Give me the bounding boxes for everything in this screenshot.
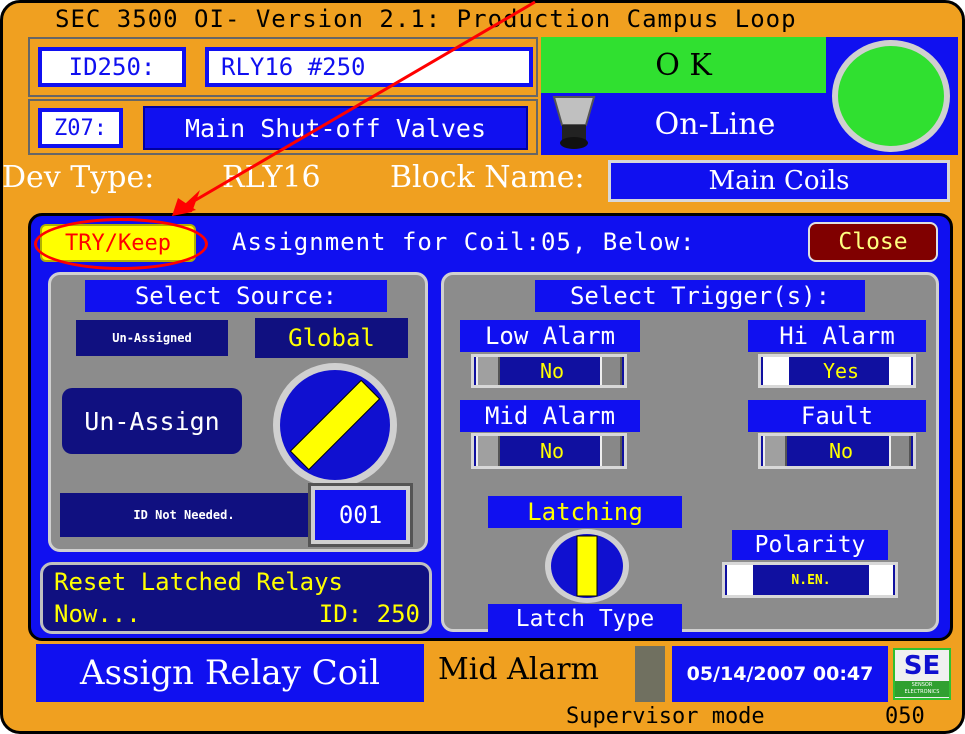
reset-id: ID: 250	[318, 600, 420, 628]
indicator-light-icon	[552, 95, 596, 151]
close-button[interactable]: Close	[808, 222, 938, 262]
polarity-toggle[interactable]: N.EN.	[722, 562, 898, 598]
zone-label: Z07:	[38, 108, 123, 148]
low-alarm-value: No	[539, 359, 565, 383]
fault-label: Fault	[748, 400, 926, 432]
latch-type-label: Latch Type	[488, 604, 682, 634]
latch-type-knob[interactable]	[544, 528, 630, 604]
mode-text: Supervisor mode	[566, 704, 765, 729]
fault-value: No	[828, 439, 854, 463]
screen-code: 050	[885, 704, 925, 729]
status-online: On-Line	[654, 106, 776, 142]
source-title: Select Source:	[85, 280, 387, 312]
id-number-field[interactable]: 001	[308, 483, 413, 547]
reset-now: Now...	[54, 600, 141, 628]
polarity-value: N.EN.	[791, 572, 831, 588]
source-selector-knob[interactable]	[270, 360, 400, 490]
logo-subtext: SENSOR ELECTRONICS	[895, 681, 949, 697]
status-ok: O K	[541, 37, 826, 93]
low-alarm-toggle[interactable]: No	[471, 354, 627, 388]
trigger-title: Select Trigger(s):	[535, 280, 865, 312]
hi-alarm-value: Yes	[822, 359, 860, 383]
status-lamp-green	[832, 40, 950, 152]
mid-alarm-value: No	[539, 439, 565, 463]
unassign-button[interactable]: Un-Assign	[62, 388, 242, 454]
logo-text: SE	[903, 651, 941, 681]
hi-alarm-toggle[interactable]: Yes	[758, 354, 916, 388]
annotation-arrow-icon	[160, 0, 540, 230]
assignment-title: Assignment for Coil:05, Below:	[232, 228, 696, 256]
datetime: 05/14/2007 00:47	[672, 646, 888, 702]
mid-alarm-toggle[interactable]: No	[471, 433, 627, 469]
sensor-electronics-logo: SE SENSOR ELECTRONICS	[893, 648, 951, 700]
hi-alarm-label: Hi Alarm	[748, 320, 926, 352]
unassigned-label: Un-Assigned	[76, 320, 228, 356]
latching-label: Latching	[488, 496, 682, 528]
mid-alarm-label: Mid Alarm	[460, 400, 640, 432]
low-alarm-label: Low Alarm	[460, 320, 640, 352]
polarity-label: Polarity	[732, 530, 888, 560]
fault-toggle[interactable]: No	[758, 433, 916, 469]
reset-line1: Reset Latched Relays	[54, 568, 343, 596]
alarm-indicator	[635, 646, 665, 702]
global-label: Global	[255, 318, 408, 358]
id-not-needed-label: ID Not Needed.	[60, 493, 308, 537]
screen-title: Assign Relay Coil	[36, 644, 424, 702]
block-name-value: Main Coils	[608, 160, 950, 202]
alarm-status-text: Mid Alarm	[438, 652, 599, 687]
